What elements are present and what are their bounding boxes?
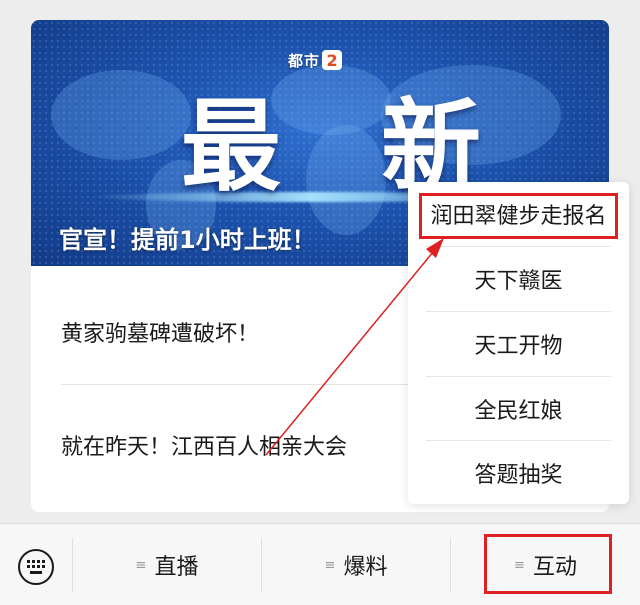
tab-interact-label: 互动: [532, 555, 577, 580]
menu-lines-icon: ≡: [135, 557, 147, 573]
interaction-popup-menu: 润田翠健步走报名 天下赣医 天工开物 全民红娘 答题抽奖: [408, 182, 629, 504]
tab-live-label: 直播: [154, 555, 199, 580]
bottom-menu-bar: ≡ 直播 ≡ 爆料 ≡ 互动: [0, 523, 640, 605]
keyboard-icon: [18, 549, 54, 585]
menu-item-matchmaker[interactable]: 全民红娘: [408, 377, 629, 441]
tab-tip-off[interactable]: ≡ 爆料: [262, 524, 450, 605]
tab-tip-off-label: 爆料: [343, 555, 388, 580]
menu-item-running-signup[interactable]: 润田翠健步走报名: [408, 182, 629, 246]
tab-live[interactable]: ≡ 直播: [73, 524, 261, 605]
menu-item-tianxia-ganyi[interactable]: 天下赣医: [408, 247, 629, 311]
wechat-official-account-view: 都市 2 最 新 官宣！提前1小时上班！ 黄家驹墓碑遭破坏！ 就在昨天！江西百人…: [0, 0, 640, 605]
menu-lines-icon: ≡: [514, 557, 525, 573]
menu-item-tiangong-kaiwu[interactable]: 天工开物: [408, 312, 629, 376]
channel-logo-text: 都市: [288, 51, 321, 70]
menu-lines-icon: ≡: [324, 557, 336, 573]
channel-logo-number: 2: [322, 50, 343, 70]
menu-item-quiz-lottery[interactable]: 答题抽奖: [408, 441, 629, 505]
headline-char-1: 最: [181, 88, 281, 205]
keyboard-toggle-button[interactable]: [14, 545, 58, 589]
tab-interact[interactable]: ≡ 互动: [451, 524, 640, 605]
channel-logo: 都市 2: [288, 49, 343, 71]
banner-caption: 官宣！提前1小时上班！: [59, 226, 316, 254]
